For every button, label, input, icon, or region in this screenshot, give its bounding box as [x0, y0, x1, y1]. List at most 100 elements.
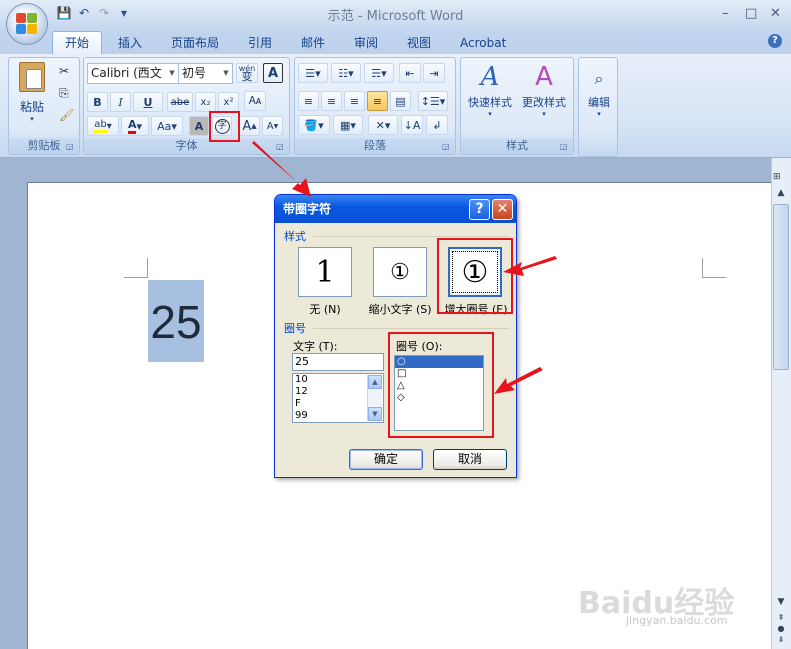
window-title: 示范 - Microsoft Word: [327, 9, 464, 24]
superscript-button[interactable]: x²: [218, 92, 239, 112]
text-field-label: 文字 (T):: [293, 340, 338, 353]
decrease-indent-icon[interactable]: ⇤: [399, 63, 421, 83]
font-group-label: 字体: [84, 138, 289, 154]
ruler-toggle-icon[interactable]: ⊞: [773, 172, 787, 186]
shrink-font-button[interactable]: A ▼: [262, 116, 283, 136]
tab-review[interactable]: 审阅: [341, 31, 391, 54]
clear-formatting-button[interactable]: A: [263, 63, 283, 83]
distributed-icon[interactable]: ▤: [390, 91, 411, 111]
dialog-launcher-icon[interactable]: ◲: [66, 142, 76, 152]
bold-button[interactable]: B: [87, 92, 108, 112]
format-painter-icon[interactable]: 🖌: [59, 108, 74, 122]
tab-home[interactable]: 开始: [52, 31, 103, 54]
font-color-button[interactable]: A ▾: [121, 116, 149, 136]
paste-label: 粘贴: [19, 100, 44, 114]
sort-icon[interactable]: ↓A: [401, 115, 423, 135]
cancel-button[interactable]: 取消: [433, 449, 507, 470]
font-size-combo[interactable]: 初号 ▼: [178, 63, 233, 84]
scrollbar-thumb[interactable]: [773, 204, 789, 370]
font-name-value: Calibri (西文: [91, 66, 162, 80]
help-icon[interactable]: ?: [768, 34, 782, 48]
margin-mark: [702, 258, 726, 278]
style-shrink-text-label: 缩小文字 (S): [368, 303, 432, 316]
office-button[interactable]: [6, 3, 48, 45]
phonetic-char: 变: [241, 70, 253, 83]
line-spacing-icon[interactable]: ↕☰▾: [418, 91, 448, 111]
scroll-up-icon[interactable]: ▲: [368, 375, 382, 389]
tab-insert[interactable]: 插入: [105, 31, 155, 54]
dialog-close-button[interactable]: ✕: [492, 199, 513, 220]
browse-object-icon[interactable]: ●: [773, 624, 789, 634]
align-center-icon[interactable]: ≡: [321, 91, 342, 111]
text-list[interactable]: 10 12 F 99 ▲ ▼: [292, 373, 384, 423]
quick-styles-icon: A: [480, 62, 500, 92]
strikethrough-button[interactable]: abe: [167, 92, 193, 112]
highlight-enlarge-option-box: [437, 238, 513, 314]
grow-font-button[interactable]: A ▲: [239, 116, 260, 136]
multilevel-list-icon[interactable]: ☴▾: [364, 63, 394, 83]
editing-label: 编辑: [588, 96, 610, 109]
style-shrink-text-option[interactable]: ①: [373, 247, 427, 297]
dialog-launcher-icon[interactable]: ◲: [276, 142, 286, 152]
underline-button[interactable]: U: [133, 92, 163, 112]
italic-button[interactable]: I: [110, 92, 131, 112]
dialog-help-button[interactable]: ?: [469, 199, 490, 220]
bullets-icon[interactable]: ☰▾: [298, 63, 328, 83]
dialog-launcher-icon[interactable]: ◲: [442, 142, 452, 152]
previous-page-icon[interactable]: ⇞: [773, 613, 789, 623]
highlight-button[interactable]: ab ▾: [87, 116, 119, 136]
paste-button[interactable]: 粘贴 ▾: [13, 62, 51, 123]
tab-references[interactable]: 引用: [235, 31, 285, 54]
style-none-option[interactable]: 1: [298, 247, 352, 297]
highlight-enclose-button-box: [209, 111, 240, 142]
show-marks-icon[interactable]: ↲: [426, 115, 448, 135]
dialog-launcher-icon[interactable]: ◲: [560, 142, 570, 152]
text-input[interactable]: 25: [292, 353, 384, 371]
clipboard-icon: [19, 62, 45, 92]
editing-group[interactable]: ⌕ 编辑 ▾: [578, 57, 618, 157]
watermark-url: jingyan.baidu.com: [626, 614, 728, 627]
scroll-up-icon[interactable]: ▲: [773, 188, 789, 202]
divider: [313, 236, 509, 237]
selected-text[interactable]: 25: [148, 292, 204, 352]
increase-indent-icon[interactable]: ⇥: [423, 63, 445, 83]
quick-styles-button[interactable]: A 快速样式 ▾: [465, 62, 515, 118]
scroll-down-icon[interactable]: ▼: [773, 597, 789, 609]
tab-mailings[interactable]: 邮件: [288, 31, 338, 54]
binoculars-icon: ⌕: [594, 69, 604, 88]
character-shading-button[interactable]: A: [189, 116, 209, 136]
change-case-button[interactable]: Aa ▾: [151, 116, 183, 136]
borders-icon[interactable]: ▦▾: [333, 115, 363, 135]
scroll-down-icon[interactable]: ▼: [368, 407, 382, 421]
change-styles-button[interactable]: A 更改样式 ▾: [517, 62, 571, 118]
tab-acrobat[interactable]: Acrobat: [447, 31, 519, 54]
subscript-button[interactable]: x₂: [195, 92, 216, 112]
justify-icon[interactable]: ≡: [367, 91, 388, 111]
office-logo-icon: [16, 13, 38, 35]
next-page-icon[interactable]: ⇟: [773, 635, 789, 645]
phonetic-guide-button[interactable]: wén 变: [236, 63, 258, 83]
shading-icon[interactable]: 🪣▾: [298, 115, 330, 135]
minimize-button[interactable]: –: [722, 6, 729, 21]
font-size-value: 初号: [182, 66, 207, 80]
maximize-button[interactable]: □: [745, 6, 757, 21]
numbering-icon[interactable]: ☷▾: [331, 63, 361, 83]
change-case-label: Aa: [157, 119, 172, 133]
align-right-icon[interactable]: ≡: [344, 91, 365, 111]
change-case-icon[interactable]: 🗛: [244, 91, 266, 111]
chinese-layout-icon[interactable]: ✕▾: [368, 115, 398, 135]
cut-icon[interactable]: ✂: [59, 64, 69, 78]
align-left-icon[interactable]: ≡: [298, 91, 319, 111]
style-shrink-glyph: ①: [390, 259, 410, 285]
copy-icon[interactable]: ⎘: [59, 86, 69, 101]
list-scrollbar[interactable]: ▲ ▼: [367, 375, 382, 421]
font-name-combo[interactable]: Calibri (西文 ▼: [87, 63, 179, 84]
close-button[interactable]: ✕: [770, 6, 781, 21]
chevron-down-icon: ▼: [223, 69, 229, 77]
grow-font-icon: A: [242, 118, 252, 134]
shrink-font-icon: A: [266, 120, 274, 132]
styles-group: A 快速样式 ▾ A 更改样式 ▾ 样式 ◲: [460, 57, 574, 155]
tab-view[interactable]: 视图: [394, 31, 444, 54]
tab-page-layout[interactable]: 页面布局: [158, 31, 232, 54]
ok-button[interactable]: 确定: [349, 449, 423, 470]
